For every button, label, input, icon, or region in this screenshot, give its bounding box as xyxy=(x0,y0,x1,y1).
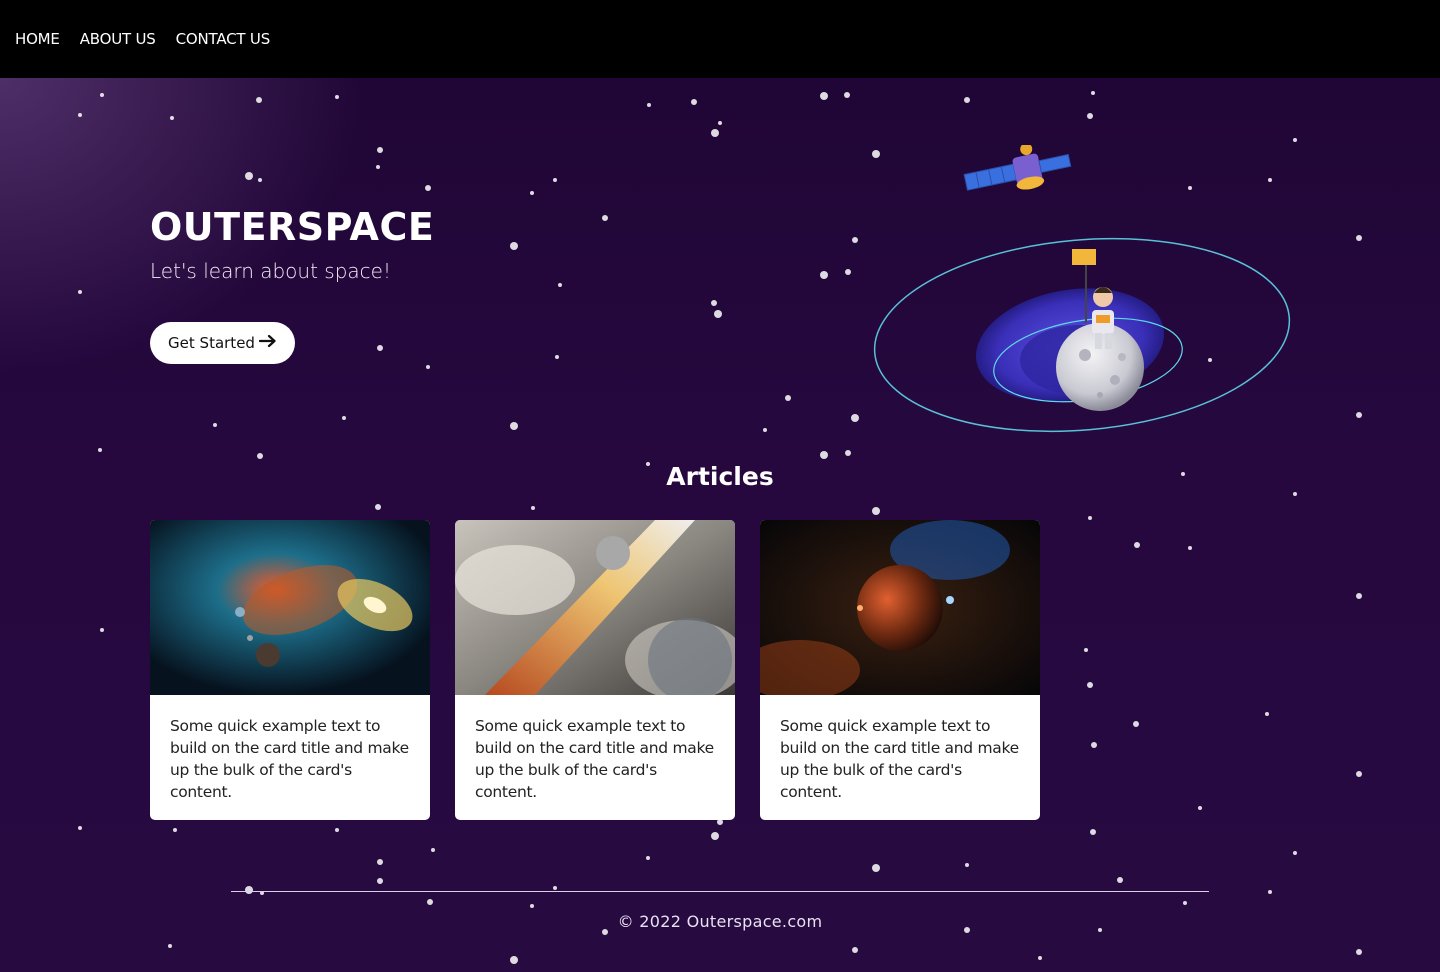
articles-heading: Articles xyxy=(666,462,774,491)
footer-copyright: © 2022 Outerspace.com xyxy=(617,912,823,931)
card-text: Some quick example text to build on the … xyxy=(475,717,714,801)
nav-link-home[interactable]: HOME xyxy=(15,30,60,48)
hero-subtitle: Let's learn about space! xyxy=(150,259,391,283)
arrow-right-icon xyxy=(258,334,277,352)
nav-link-about-us[interactable]: ABOUT US xyxy=(80,30,156,48)
get-started-button[interactable]: Get Started xyxy=(150,322,295,364)
cloud-light-beam-image xyxy=(455,520,735,695)
footer-divider xyxy=(231,891,1209,892)
get-started-label: Get Started xyxy=(168,334,255,352)
hero-title: OUTERSPACE xyxy=(150,205,435,249)
article-card[interactable]: Some quick example text to build on the … xyxy=(760,520,1040,820)
galaxy-nebula-image xyxy=(150,520,430,695)
card-text: Some quick example text to build on the … xyxy=(780,717,1019,801)
card-text: Some quick example text to build on the … xyxy=(170,717,409,801)
article-card[interactable]: Some quick example text to build on the … xyxy=(150,520,430,820)
top-navbar: HOME ABOUT US CONTACT US xyxy=(0,0,1440,78)
article-card[interactable]: Some quick example text to build on the … xyxy=(455,520,735,820)
nav-link-contact-us[interactable]: CONTACT US xyxy=(176,30,271,48)
astronaut-planet-illustration xyxy=(873,145,1291,433)
burning-planet-image xyxy=(760,520,1040,695)
